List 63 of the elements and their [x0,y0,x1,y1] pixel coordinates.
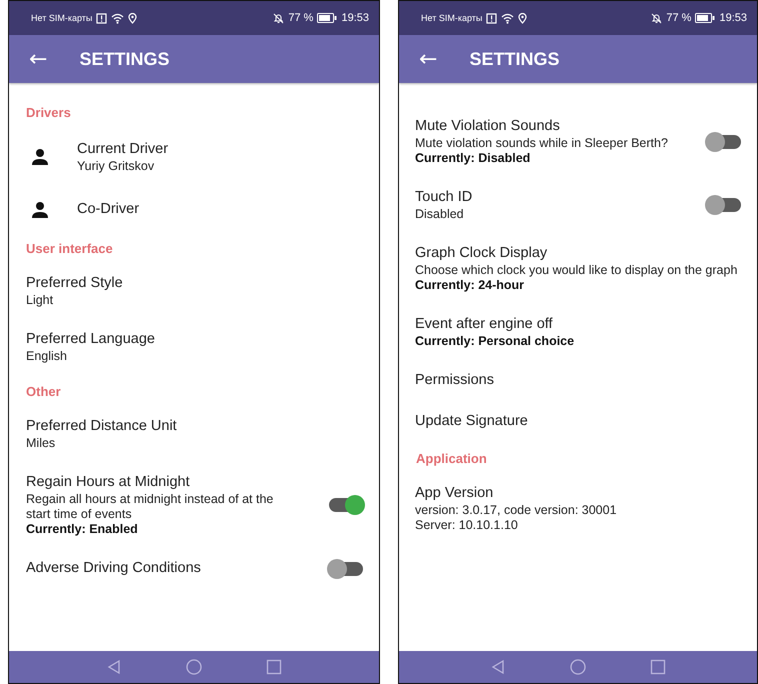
setting-status: Currently: Personal choice [415,334,576,349]
setting-description: Regain all hours at midnight instead of at the start time of events [26,492,274,522]
back-triangle-icon[interactable] [490,659,506,675]
setting-description: Mute violation sounds while in Sleeper Berth? [415,136,669,151]
setting-value: Yuriy Gritskov [77,159,156,174]
toggle-switch[interactable] [329,562,363,576]
battery-percent: 77 % [666,12,692,24]
toggle-switch[interactable] [707,198,741,212]
recents-square-icon[interactable] [650,659,666,675]
back-button[interactable]: ← [399,46,454,72]
setting-title[interactable]: Preferred Style [26,274,363,293]
setting-title[interactable]: Preferred Distance Unit [26,417,363,436]
clock-time: 19:53 [341,12,369,24]
setting-description: Light [26,293,54,308]
setting-title[interactable]: Current Driver [77,140,363,159]
recents-square-icon[interactable] [266,659,282,675]
location-icon [518,12,528,24]
section-header: Other [25,383,62,401]
carrier-text: Нет SIM-карты [421,13,482,23]
setting-description: Disabled [415,207,465,222]
muted-bell-icon [651,12,662,24]
home-circle-icon[interactable] [570,659,586,675]
setting-title[interactable]: Graph Clock Display [415,244,741,263]
screen-title: SETTINGS [469,48,560,70]
setting-title[interactable]: Touch ID [415,188,699,207]
setting-title[interactable]: Co-Driver [77,200,363,219]
wifi-icon [111,12,124,24]
location-icon [128,12,138,24]
wifi-icon [501,12,514,24]
battery-icon [695,13,716,23]
section-header: Application [415,450,488,468]
setting-title[interactable]: Preferred Language [26,330,363,349]
setting-title[interactable]: Update Signature [415,412,741,431]
setting-title[interactable]: Mute Violation Sounds [415,117,699,136]
setting-status: Currently: 24-hour [415,278,526,293]
carrier-text: Нет SIM-карты [31,13,92,23]
person-icon [31,148,49,166]
sim-alert-icon [96,12,108,24]
setting-title[interactable]: Regain Hours at Midnight [26,473,321,492]
clock-time: 19:53 [719,12,747,24]
battery-icon [317,13,338,23]
back-triangle-icon[interactable] [106,659,122,675]
back-button[interactable]: ← [9,46,64,72]
home-circle-icon[interactable] [186,659,202,675]
setting-description: English [26,349,68,364]
person-icon [31,200,49,218]
screen-title: SETTINGS [79,48,170,70]
setting-title[interactable]: Event after engine off [415,315,741,334]
toggle-switch[interactable] [329,498,363,512]
setting-status: Currently: Disabled [415,151,532,166]
setting-description: Miles [26,436,56,451]
toggle-switch[interactable] [707,134,741,148]
setting-status: Currently: Enabled [26,522,139,537]
setting-title[interactable]: Permissions [415,371,741,390]
setting-description: Choose which clock you would like to display on the graph [415,263,738,278]
muted-bell-icon [273,12,284,24]
setting-title[interactable]: App Version [415,484,741,503]
sim-alert-icon [486,12,498,24]
setting-description: version: 3.0.17, code version: 30001 Server: 10.10.1.10 [415,503,618,533]
section-header: Drivers [25,104,72,122]
section-header: User interface [25,240,114,258]
battery-percent: 77 % [288,12,314,24]
setting-title[interactable]: Adverse Driving Conditions [26,559,321,578]
